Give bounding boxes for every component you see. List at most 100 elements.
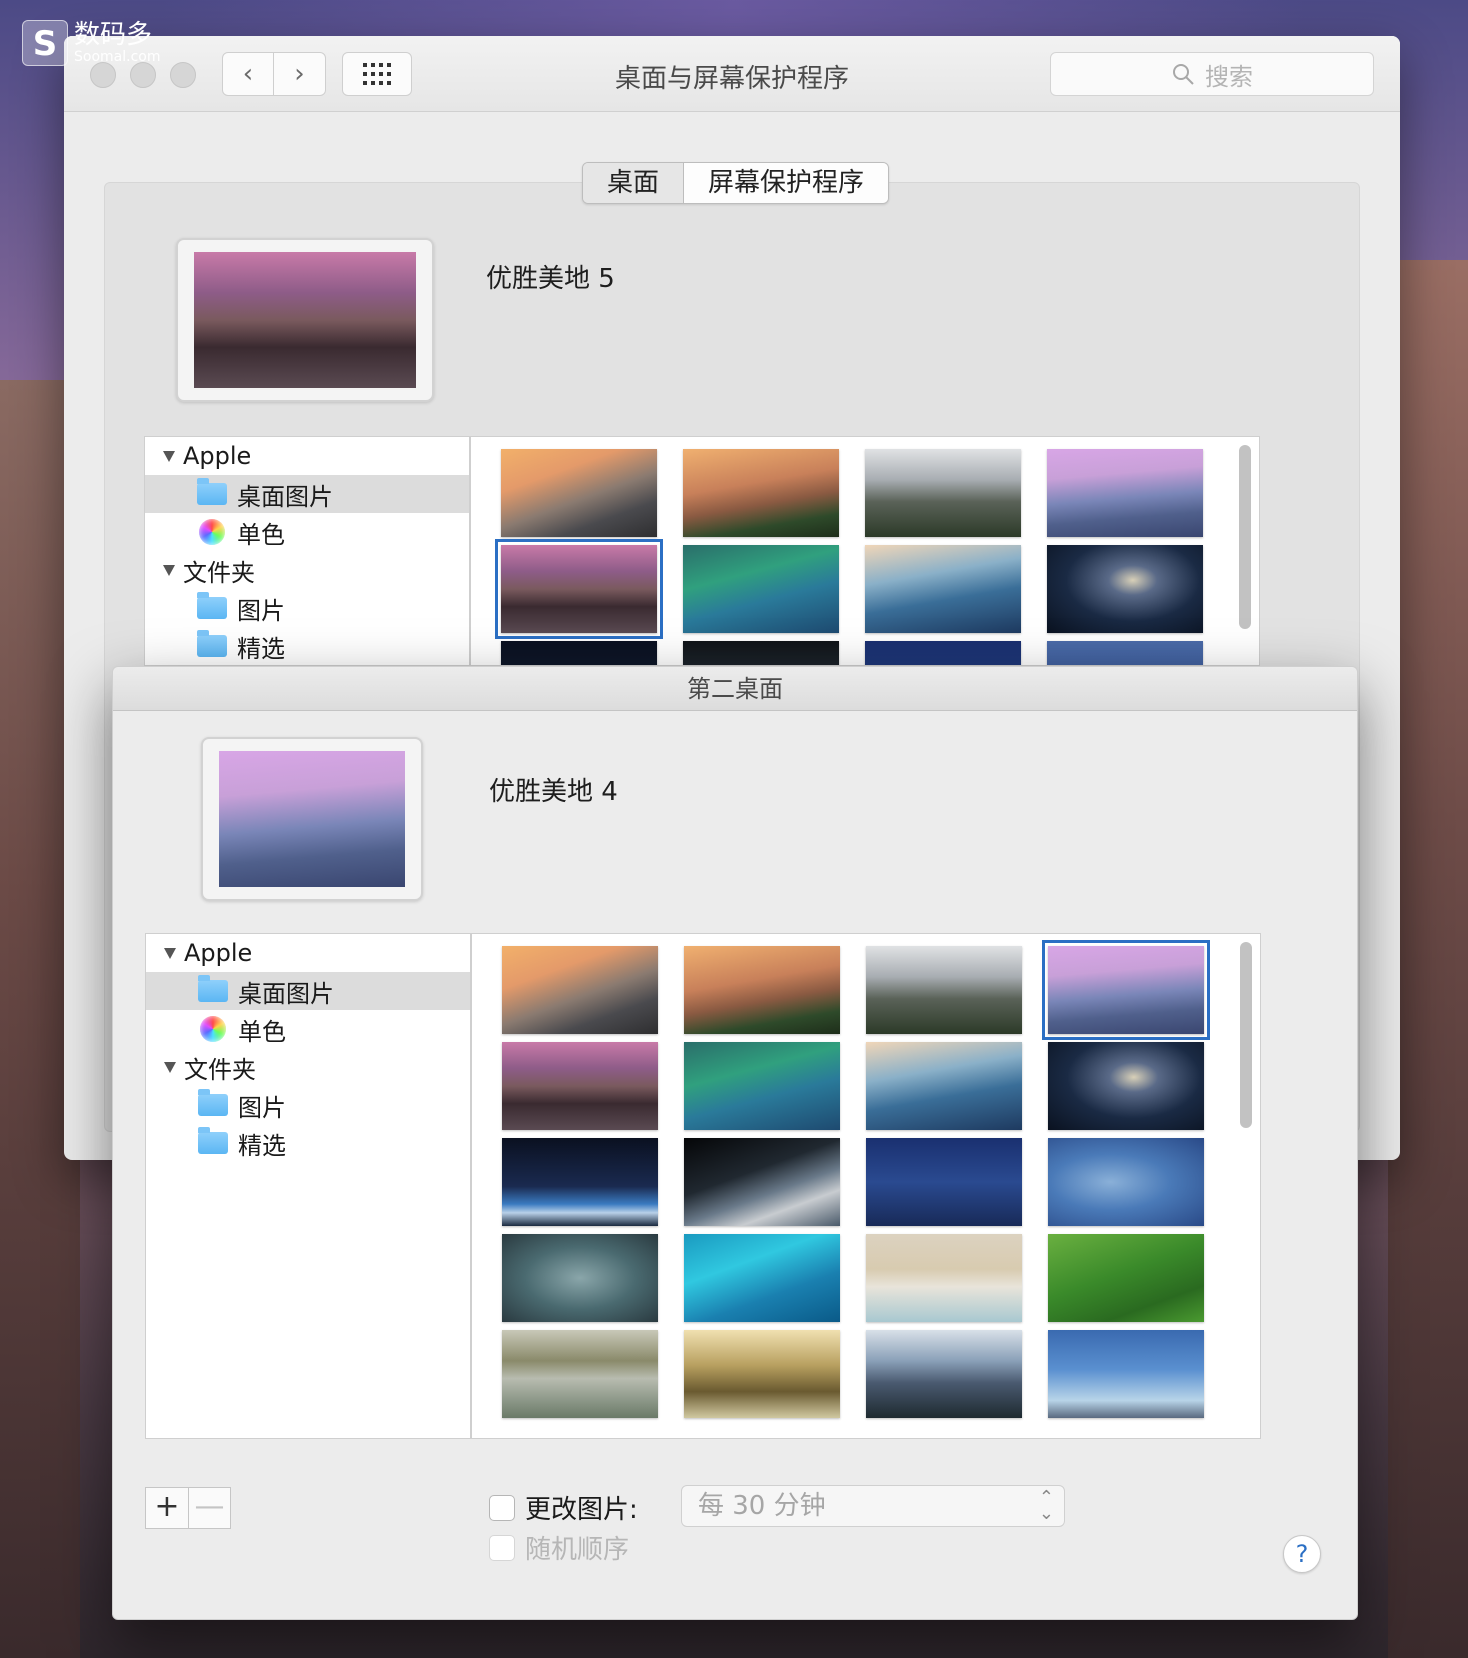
tab-segmented-control: 桌面 屏幕保护程序	[582, 162, 890, 204]
wallpaper-thumbnail[interactable]	[502, 1138, 658, 1226]
add-folder-button[interactable]: +	[146, 1488, 188, 1528]
interval-value: 每 30 分钟	[698, 1491, 826, 1521]
wallpaper-thumbnail[interactable]	[1047, 449, 1203, 537]
color-wheel-icon	[200, 1016, 226, 1042]
folder-icon	[198, 1127, 228, 1154]
wallpaper-thumbnail[interactable]	[866, 1330, 1022, 1418]
wallpaper-thumbnail[interactable]	[495, 539, 663, 639]
search-placeholder: 搜索	[1205, 62, 1253, 91]
wallpaper-thumbnail[interactable]	[1048, 1138, 1204, 1226]
help-button[interactable]: ?	[1283, 1535, 1321, 1573]
source-item-label: 图片	[238, 1093, 286, 1122]
wallpaper-thumbnail[interactable]	[1042, 940, 1210, 1040]
source-item-label: 精选	[238, 1131, 286, 1160]
wallpaper-thumbnail[interactable]	[1048, 1042, 1204, 1130]
thumbnail-grid-2	[471, 933, 1261, 1439]
disclosure-triangle-icon[interactable]	[162, 1059, 178, 1075]
folder-icon	[197, 630, 227, 657]
search-field[interactable]: 搜索	[1050, 52, 1374, 96]
disclosure-triangle-icon[interactable]	[162, 945, 178, 961]
source-item-label: 精选	[237, 634, 285, 663]
tab-screensaver[interactable]: 屏幕保护程序	[684, 163, 889, 203]
wallpaper-thumbnail[interactable]	[684, 946, 840, 1034]
source-item-group[interactable]: Apple	[145, 437, 469, 475]
source-item-label: 桌面图片	[238, 979, 334, 1008]
wallpaper-thumbnail[interactable]	[1048, 1330, 1204, 1418]
wallpaper-thumbnail[interactable]	[683, 449, 839, 537]
background-rock-right	[1388, 260, 1468, 1658]
search-icon	[1173, 64, 1194, 85]
wallpaper-thumbnail[interactable]	[866, 1138, 1022, 1226]
add-remove-buttons: + —	[145, 1487, 231, 1529]
wallpaper-name: 优胜美地 5	[486, 264, 615, 294]
source-item-color[interactable]: 单色	[146, 1010, 470, 1048]
wallpaper-thumbnail[interactable]	[684, 1234, 840, 1322]
random-order-checkbox[interactable]	[489, 1534, 515, 1561]
wallpaper-thumbnail[interactable]	[866, 946, 1022, 1034]
folder-icon	[197, 478, 227, 505]
wallpaper-thumbnail[interactable]	[866, 1042, 1022, 1130]
wallpaper-thumbnail[interactable]	[501, 449, 657, 537]
wallpaper-thumbnail[interactable]	[502, 1234, 658, 1322]
change-picture-option[interactable]: 更改图片:	[489, 1489, 638, 1526]
wallpaper-thumbnail[interactable]	[865, 449, 1021, 537]
wallpaper-thumbnail[interactable]	[865, 641, 1021, 665]
tab-desktop[interactable]: 桌面	[583, 163, 685, 203]
pictures-folder-icon	[198, 1089, 228, 1116]
interval-select[interactable]: 每 30 分钟 ⌃ ⌄	[681, 1485, 1065, 1527]
scrollbar-thumb[interactable]	[1239, 445, 1251, 629]
second-desktop-window: 第二桌面 优胜美地 4 Apple 桌面图片 单色文件夹图片精选 + — 更改图片:…	[112, 666, 1358, 1620]
wallpaper-thumbnail[interactable]	[1047, 545, 1203, 633]
change-picture-checkbox[interactable]	[489, 1494, 515, 1521]
source-item-folder[interactable]: 桌面图片	[145, 475, 469, 513]
source-item-color[interactable]: 单色	[145, 513, 469, 551]
random-order-option[interactable]: 随机顺序	[489, 1529, 629, 1566]
thumbnail-grid	[470, 436, 1260, 666]
source-item-label: 文件夹	[184, 1055, 256, 1084]
wallpaper-name-2: 优胜美地 4	[489, 777, 618, 807]
watermark-logo: S	[22, 20, 68, 66]
watermark-brand-cn: 数码多	[74, 20, 153, 50]
source-item-folder[interactable]: 桌面图片	[146, 972, 470, 1010]
pictures-folder-icon	[197, 592, 227, 619]
wallpaper-thumbnail[interactable]	[1048, 1234, 1204, 1322]
wallpaper-thumbnail[interactable]	[502, 1042, 658, 1130]
color-wheel-icon	[199, 519, 225, 545]
change-picture-label: 更改图片:	[525, 1495, 638, 1525]
disclosure-triangle-icon[interactable]	[161, 448, 177, 464]
folder-icon	[198, 975, 228, 1002]
source-item-folder[interactable]: 精选	[145, 627, 469, 665]
source-item-folder[interactable]: 精选	[146, 1124, 470, 1162]
wallpaper-thumbnail[interactable]	[502, 946, 658, 1034]
wallpaper-thumbnail[interactable]	[865, 545, 1021, 633]
source-item-label: 单色	[237, 520, 285, 549]
source-item-group[interactable]: 文件夹	[146, 1048, 470, 1086]
wallpaper-preview-image	[194, 252, 416, 388]
remove-folder-button[interactable]: —	[188, 1488, 230, 1528]
wallpaper-thumbnail[interactable]	[502, 1330, 658, 1418]
source-list: Apple 桌面图片单色文件夹图片精选	[144, 436, 470, 666]
source-item-label: Apple	[184, 939, 253, 967]
wallpaper-thumbnail[interactable]	[683, 545, 839, 633]
source-item-label: 桌面图片	[237, 482, 333, 511]
source-item-group[interactable]: Apple	[146, 934, 470, 972]
wallpaper-thumbnail[interactable]	[1047, 641, 1203, 665]
wallpaper-thumbnail[interactable]	[501, 641, 657, 665]
wallpaper-thumbnail[interactable]	[683, 641, 839, 665]
disclosure-triangle-icon[interactable]	[161, 562, 177, 578]
source-item-label: 文件夹	[183, 558, 255, 587]
source-item-label: 图片	[237, 596, 285, 625]
window-toolbar: ‹ › 桌面与屏幕保护程序 搜索	[64, 36, 1400, 112]
random-order-label: 随机顺序	[525, 1535, 630, 1565]
wallpaper-thumbnail[interactable]	[684, 1330, 840, 1418]
second-desktop-title: 第二桌面	[113, 667, 1357, 711]
source-item-pictures-folder[interactable]: 图片	[145, 589, 469, 627]
wallpaper-preview-image-2	[219, 751, 405, 887]
scrollbar-thumb-2[interactable]	[1240, 942, 1252, 1128]
source-item-group[interactable]: 文件夹	[145, 551, 469, 589]
source-item-label: Apple	[183, 442, 252, 470]
wallpaper-thumbnail[interactable]	[684, 1042, 840, 1130]
source-item-pictures-folder[interactable]: 图片	[146, 1086, 470, 1124]
wallpaper-thumbnail[interactable]	[866, 1234, 1022, 1322]
wallpaper-thumbnail[interactable]	[684, 1138, 840, 1226]
